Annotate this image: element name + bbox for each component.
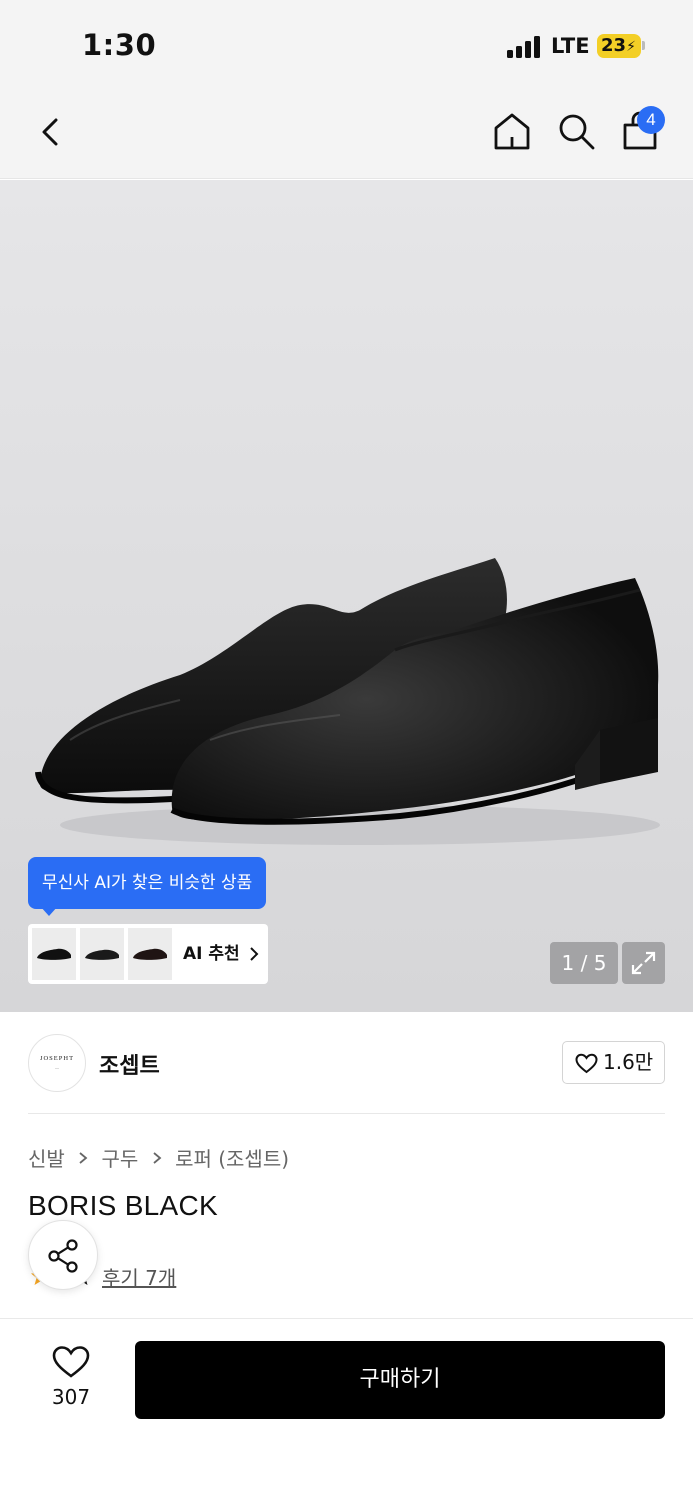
ai-thumbnail[interactable]: [128, 928, 172, 980]
review-link[interactable]: 후기 7개: [102, 1262, 176, 1291]
expand-image-button[interactable]: [622, 942, 665, 984]
product-title: BORIS BLACK: [28, 1190, 219, 1221]
chevron-right-icon: [79, 1151, 88, 1164]
home-icon[interactable]: [492, 110, 532, 152]
heart-icon: [575, 1053, 598, 1074]
brand-like-button[interactable]: 1.6만: [562, 1041, 665, 1084]
brand-like-count: 1.6만: [603, 1050, 654, 1074]
share-icon: [48, 1239, 78, 1273]
product-image: [35, 558, 660, 845]
network-type: LTE: [551, 34, 590, 58]
expand-icon: [631, 951, 656, 975]
wishlist-button[interactable]: 307: [38, 1345, 104, 1415]
chevron-right-icon: [153, 1151, 162, 1164]
ai-recommend-label: AI 추천: [183, 944, 240, 964]
brand-logo[interactable]: JOSEPHT —: [28, 1034, 86, 1092]
battery-icon: 23⚡: [597, 34, 641, 58]
ai-similar-tooltip[interactable]: 무신사 AI가 찾은 비슷한 상품: [28, 857, 267, 909]
buy-button[interactable]: 구매하기: [135, 1341, 665, 1419]
battery-tip: [642, 41, 645, 50]
brand-logo-mark: —: [55, 1065, 59, 1070]
tooltip-tail: [40, 906, 58, 916]
breadcrumb-item[interactable]: 신발: [28, 1143, 65, 1172]
battery-level: 23: [601, 35, 627, 56]
signal-icon: [507, 36, 541, 58]
wishlist-count: 307: [51, 1385, 91, 1409]
status-bar: 1:30 LTE 23⚡: [0, 0, 693, 90]
ai-thumbnail[interactable]: [32, 928, 76, 980]
brand-row[interactable]: JOSEPHT — 조셉트 1.6만: [28, 1012, 665, 1114]
back-icon[interactable]: [34, 112, 68, 152]
nav-bar: 4: [0, 90, 693, 179]
breadcrumb-item[interactable]: 구두: [102, 1143, 139, 1172]
status-time: 1:30: [82, 28, 157, 62]
brand-logo-text: JOSEPHT: [39, 1055, 75, 1062]
search-icon[interactable]: [556, 111, 596, 151]
ai-thumbnail[interactable]: [80, 928, 124, 980]
brand-name[interactable]: 조셉트: [99, 1048, 160, 1080]
heart-icon: [52, 1346, 90, 1378]
product-image-gallery[interactable]: 무신사 AI가 찾은 비슷한 상품 AI 추천 1 / 5: [0, 180, 693, 1012]
bottom-action-bar: 307 구매하기: [0, 1318, 693, 1500]
breadcrumb: 신발 구두 로퍼 (조셉트): [28, 1143, 289, 1173]
cart-count-badge: 4: [637, 106, 665, 134]
image-counter: 1 / 5: [550, 942, 618, 984]
share-button[interactable]: [28, 1220, 98, 1290]
breadcrumb-item[interactable]: 로퍼 (조셉트): [175, 1143, 289, 1172]
ai-recommend-button[interactable]: AI 추천: [28, 924, 268, 984]
chevron-right-icon: [250, 947, 259, 961]
